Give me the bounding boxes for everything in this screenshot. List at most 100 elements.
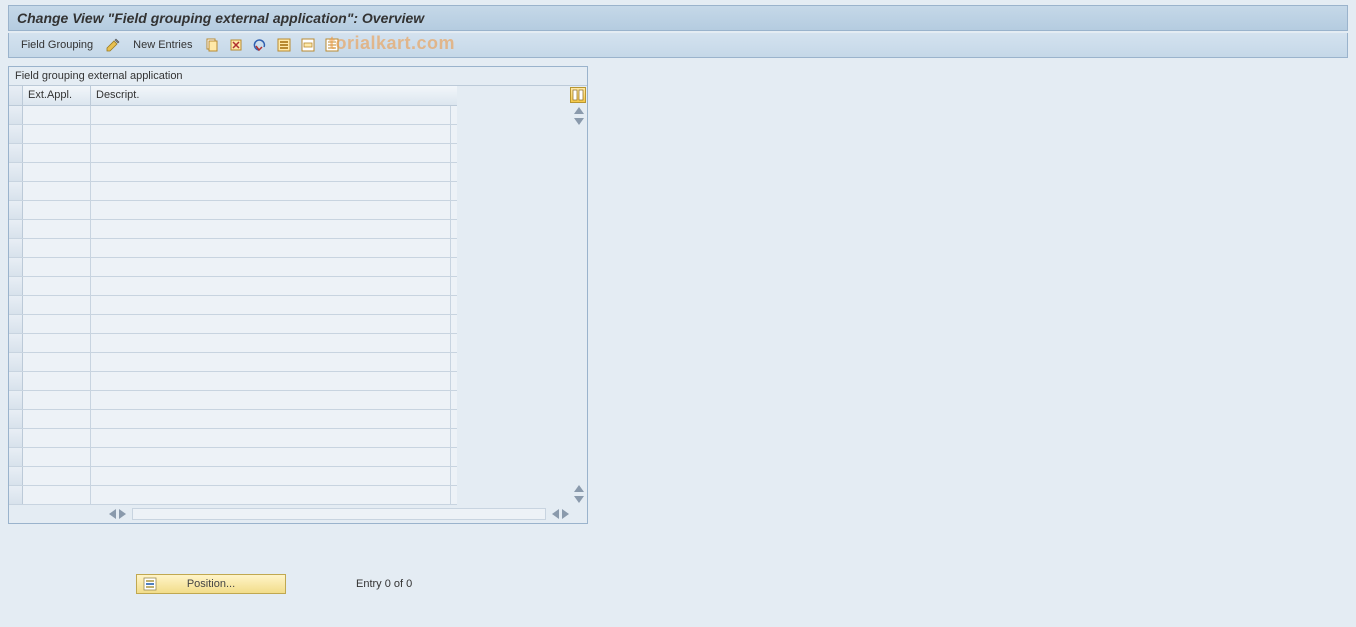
select-block-icon[interactable] bbox=[300, 37, 316, 53]
table-row[interactable] bbox=[9, 429, 457, 448]
table-row[interactable] bbox=[9, 277, 457, 296]
cell-descript[interactable] bbox=[91, 258, 451, 276]
scroll-down-icon[interactable] bbox=[574, 118, 584, 125]
row-selector[interactable] bbox=[9, 410, 23, 428]
table-row[interactable] bbox=[9, 391, 457, 410]
table-row[interactable] bbox=[9, 106, 457, 125]
scroll-up-bottom-icon[interactable] bbox=[574, 485, 584, 492]
row-selector[interactable] bbox=[9, 334, 23, 352]
vertical-scrollbar[interactable] bbox=[571, 105, 587, 505]
cell-descript[interactable] bbox=[91, 144, 451, 162]
cell-ext-appl[interactable] bbox=[23, 467, 91, 485]
cell-descript[interactable] bbox=[91, 486, 451, 504]
row-selector[interactable] bbox=[9, 106, 23, 124]
table-row[interactable] bbox=[9, 410, 457, 429]
row-selector[interactable] bbox=[9, 315, 23, 333]
row-selector[interactable] bbox=[9, 277, 23, 295]
cell-descript[interactable] bbox=[91, 429, 451, 447]
undo-icon[interactable] bbox=[252, 37, 268, 53]
table-row[interactable] bbox=[9, 486, 457, 505]
table-row[interactable] bbox=[9, 220, 457, 239]
table-row[interactable] bbox=[9, 182, 457, 201]
table-row[interactable] bbox=[9, 163, 457, 182]
field-grouping-button[interactable]: Field Grouping bbox=[17, 37, 97, 53]
cell-ext-appl[interactable] bbox=[23, 391, 91, 409]
cell-ext-appl[interactable] bbox=[23, 429, 91, 447]
hscroll-left-icon[interactable] bbox=[109, 509, 116, 519]
table-row[interactable] bbox=[9, 258, 457, 277]
cell-descript[interactable] bbox=[91, 106, 451, 124]
cell-ext-appl[interactable] bbox=[23, 144, 91, 162]
cell-ext-appl[interactable] bbox=[23, 258, 91, 276]
cell-ext-appl[interactable] bbox=[23, 106, 91, 124]
row-selector[interactable] bbox=[9, 163, 23, 181]
cell-descript[interactable] bbox=[91, 315, 451, 333]
cell-ext-appl[interactable] bbox=[23, 277, 91, 295]
deselect-all-icon[interactable] bbox=[324, 37, 340, 53]
row-selector[interactable] bbox=[9, 448, 23, 466]
cell-ext-appl[interactable] bbox=[23, 201, 91, 219]
table-row[interactable] bbox=[9, 144, 457, 163]
cell-descript[interactable] bbox=[91, 391, 451, 409]
cell-descript[interactable] bbox=[91, 182, 451, 200]
row-selector[interactable] bbox=[9, 353, 23, 371]
table-row[interactable] bbox=[9, 125, 457, 144]
row-selector[interactable] bbox=[9, 220, 23, 238]
new-entries-button[interactable]: New Entries bbox=[129, 37, 196, 53]
table-settings-icon[interactable] bbox=[570, 87, 586, 103]
scroll-down-bottom-icon[interactable] bbox=[574, 496, 584, 503]
row-selector[interactable] bbox=[9, 182, 23, 200]
hscroll-track[interactable] bbox=[132, 508, 546, 520]
cell-ext-appl[interactable] bbox=[23, 372, 91, 390]
cell-descript[interactable] bbox=[91, 239, 451, 257]
cell-descript[interactable] bbox=[91, 125, 451, 143]
hscroll-right-icon[interactable] bbox=[119, 509, 126, 519]
position-button[interactable]: Position... bbox=[136, 574, 286, 594]
table-row[interactable] bbox=[9, 334, 457, 353]
col-header-ext-appl[interactable]: Ext.Appl. bbox=[23, 86, 91, 105]
cell-ext-appl[interactable] bbox=[23, 239, 91, 257]
row-selector[interactable] bbox=[9, 125, 23, 143]
display-change-icon[interactable] bbox=[105, 37, 121, 53]
row-selector[interactable] bbox=[9, 372, 23, 390]
table-row[interactable] bbox=[9, 315, 457, 334]
row-selector[interactable] bbox=[9, 144, 23, 162]
delete-icon[interactable] bbox=[228, 37, 244, 53]
cell-ext-appl[interactable] bbox=[23, 125, 91, 143]
cell-ext-appl[interactable] bbox=[23, 410, 91, 428]
cell-descript[interactable] bbox=[91, 201, 451, 219]
cell-ext-appl[interactable] bbox=[23, 448, 91, 466]
row-selector[interactable] bbox=[9, 429, 23, 447]
table-row[interactable] bbox=[9, 448, 457, 467]
hscroll-right-right-icon[interactable] bbox=[562, 509, 569, 519]
cell-ext-appl[interactable] bbox=[23, 220, 91, 238]
row-selector[interactable] bbox=[9, 239, 23, 257]
table-row[interactable] bbox=[9, 201, 457, 220]
hscroll-right-left-icon[interactable] bbox=[552, 509, 559, 519]
select-all-icon[interactable] bbox=[276, 37, 292, 53]
table-row[interactable] bbox=[9, 296, 457, 315]
row-selector[interactable] bbox=[9, 467, 23, 485]
table-row[interactable] bbox=[9, 467, 457, 486]
table-row[interactable] bbox=[9, 239, 457, 258]
cell-descript[interactable] bbox=[91, 448, 451, 466]
col-header-descript[interactable]: Descript. bbox=[91, 86, 451, 105]
cell-descript[interactable] bbox=[91, 220, 451, 238]
row-selector[interactable] bbox=[9, 258, 23, 276]
cell-descript[interactable] bbox=[91, 334, 451, 352]
cell-descript[interactable] bbox=[91, 353, 451, 371]
cell-ext-appl[interactable] bbox=[23, 182, 91, 200]
cell-ext-appl[interactable] bbox=[23, 353, 91, 371]
scroll-up-icon[interactable] bbox=[574, 107, 584, 114]
cell-ext-appl[interactable] bbox=[23, 486, 91, 504]
cell-descript[interactable] bbox=[91, 163, 451, 181]
cell-descript[interactable] bbox=[91, 467, 451, 485]
cell-descript[interactable] bbox=[91, 372, 451, 390]
row-selector[interactable] bbox=[9, 201, 23, 219]
table-row[interactable] bbox=[9, 372, 457, 391]
row-selector[interactable] bbox=[9, 486, 23, 504]
table-row[interactable] bbox=[9, 353, 457, 372]
row-selector[interactable] bbox=[9, 391, 23, 409]
cell-ext-appl[interactable] bbox=[23, 334, 91, 352]
cell-descript[interactable] bbox=[91, 410, 451, 428]
